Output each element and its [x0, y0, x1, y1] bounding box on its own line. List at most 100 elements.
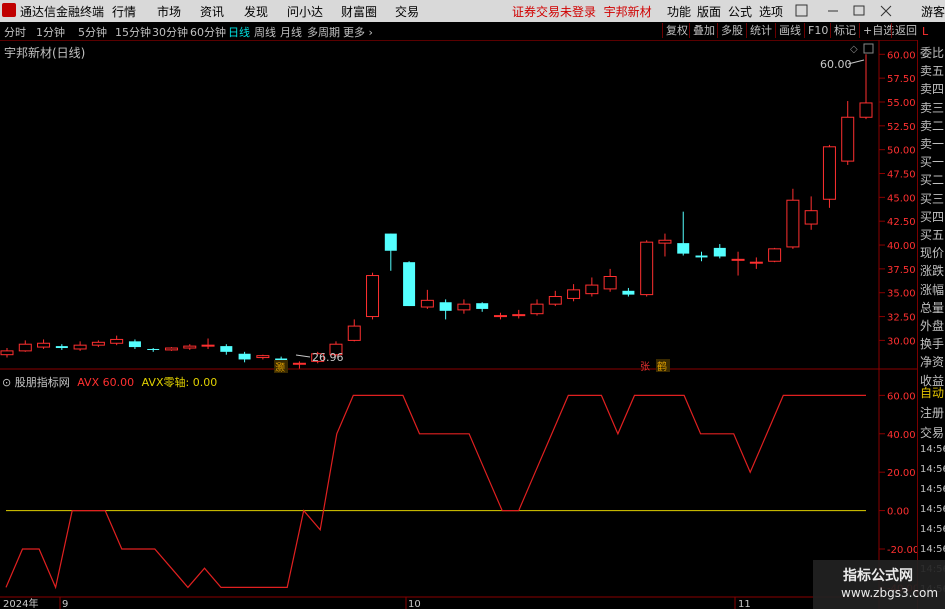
candle-body [822, 146, 836, 200]
candle-body [420, 299, 434, 308]
quote-field-0[interactable]: 委比 [920, 44, 944, 61]
quote-field-14[interactable]: 总量 [920, 299, 944, 316]
quote-field-5[interactable]: 卖一 [920, 135, 944, 152]
quote-field-1[interactable]: 卖五 [920, 62, 944, 79]
candle-body [110, 338, 124, 344]
candle-body [695, 255, 708, 258]
event-marker-3[interactable]: 鹤 [657, 360, 667, 373]
quote-bottom-8: 14:56 [920, 544, 945, 555]
quote-field-10[interactable]: 买五 [920, 226, 944, 243]
quote-bottom-0[interactable]: 自动 [920, 384, 944, 401]
price-tick-label-5: 47.50 [887, 170, 916, 181]
avx-value: 60.00 [102, 376, 135, 389]
candle-body [37, 342, 51, 348]
candle-body [147, 348, 160, 350]
year-label: 2024年 [3, 597, 38, 609]
candle-body [768, 248, 782, 262]
candle-body [585, 284, 599, 295]
candle-body [55, 346, 68, 349]
candle-body [256, 355, 270, 359]
quote-bottom-6: 14:56 [920, 504, 945, 515]
candle-body [859, 102, 873, 118]
candle-body [658, 239, 672, 244]
candle-body [384, 233, 397, 251]
watermark: 指标公式网 www.zbgs3.com [813, 560, 945, 609]
quote-bottom-1[interactable]: 注册 [920, 404, 944, 421]
diamond-icon[interactable]: ◇ [850, 44, 858, 55]
quote-field-2[interactable]: 卖四 [920, 80, 944, 97]
price-tick-label-7: 42.50 [887, 217, 916, 228]
ind-tick-label-2: 20.00 [887, 468, 916, 479]
indicator-toggle-icon[interactable]: ⊙ [2, 376, 15, 389]
candle-body [73, 344, 87, 350]
quote-field-7[interactable]: 买二 [920, 171, 944, 188]
quote-bottom-3: 14:56 [920, 444, 945, 455]
panel-toggle-icon[interactable] [863, 43, 874, 54]
candle-body [238, 353, 251, 360]
panel-l-icon[interactable]: L [922, 25, 928, 38]
event-marker-2[interactable]: 张 [640, 361, 650, 373]
price-tick-label-2: 55.00 [887, 98, 916, 109]
quote-bottom-2[interactable]: 交易 [920, 424, 944, 441]
price-tick-label-9: 37.50 [887, 265, 916, 276]
candle-body [713, 247, 726, 257]
ind-tick-label-4: -20.00 [887, 545, 919, 556]
candle-body [164, 347, 178, 351]
candle-body [457, 303, 471, 311]
ind-tick-label-1: 40.00 [887, 430, 916, 441]
watermark-url: www.zbgs3.com [841, 586, 939, 600]
quote-field-3[interactable]: 卖三 [920, 99, 944, 116]
quote-field-4[interactable]: 卖二 [920, 117, 944, 134]
candle-body [366, 275, 380, 318]
candle-body [183, 345, 197, 349]
quote-field-12[interactable]: 涨跌 [920, 262, 944, 279]
indicator-header: ⊙ 股朋指标网 AVX 60.00 AVX零轴: 0.00 [2, 374, 217, 390]
low-pointer [295, 354, 311, 358]
quote-field-17[interactable]: 净资 [920, 353, 944, 370]
quote-bottom-5: 14:56 [920, 484, 945, 495]
candle-body [403, 262, 416, 307]
candle-body [548, 296, 562, 305]
candle-body [567, 289, 581, 299]
price-tick-label-6: 45.00 [887, 193, 916, 204]
quote-bottom-7: 14:56 [920, 524, 945, 535]
candle-body [841, 116, 855, 162]
quote-field-11[interactable]: 现价 [920, 244, 944, 261]
candle-body [292, 362, 306, 365]
candle-body [530, 303, 544, 315]
quote-field-6[interactable]: 买一 [920, 153, 944, 170]
candle-body [804, 210, 818, 225]
watermark-title: 指标公式网 [843, 568, 913, 584]
candle-body [640, 241, 654, 296]
quote-field-16[interactable]: 换手 [920, 335, 944, 352]
candle-body [731, 258, 745, 261]
candle-body [677, 243, 690, 254]
kline-chart[interactable]: 60.00 57.50 55.00 52.50 50.00 47.50 45.00 42.50… [0, 0, 945, 609]
quote-field-15[interactable]: 外盘 [920, 317, 944, 334]
price-tick-label-0: 60.00 [887, 50, 916, 61]
candle-body [347, 325, 361, 341]
price-tick-label-8: 40.00 [887, 241, 916, 252]
candle-body [220, 346, 233, 352]
quote-field-8[interactable]: 买三 [920, 190, 944, 207]
candle-body [603, 275, 617, 290]
indicator-name[interactable]: 股朋指标网 [15, 376, 70, 389]
candle-body [439, 302, 452, 311]
candle-body [749, 261, 763, 264]
month-label-9: 9 [62, 599, 68, 609]
candle-body [786, 199, 800, 248]
candle-body [476, 303, 489, 309]
candle-body [201, 344, 215, 347]
avx-label: AVX [77, 376, 100, 389]
quote-field-13[interactable]: 涨幅 [920, 281, 944, 298]
price-tick-label-4: 50.00 [887, 146, 916, 157]
candle-body [512, 314, 526, 317]
quote-bottom-4: 14:56 [920, 464, 945, 475]
ind-tick-label-3: 0.00 [887, 507, 909, 518]
price-axis: 60.00 57.50 55.00 52.50 50.00 47.50 45.00 42.50… [879, 50, 916, 347]
candle-body [18, 343, 32, 352]
candle-body [91, 341, 105, 346]
event-marker-1[interactable]: 灏 [275, 362, 285, 374]
high-price-label: 60.00 [820, 58, 852, 71]
quote-field-9[interactable]: 买四 [920, 208, 944, 225]
